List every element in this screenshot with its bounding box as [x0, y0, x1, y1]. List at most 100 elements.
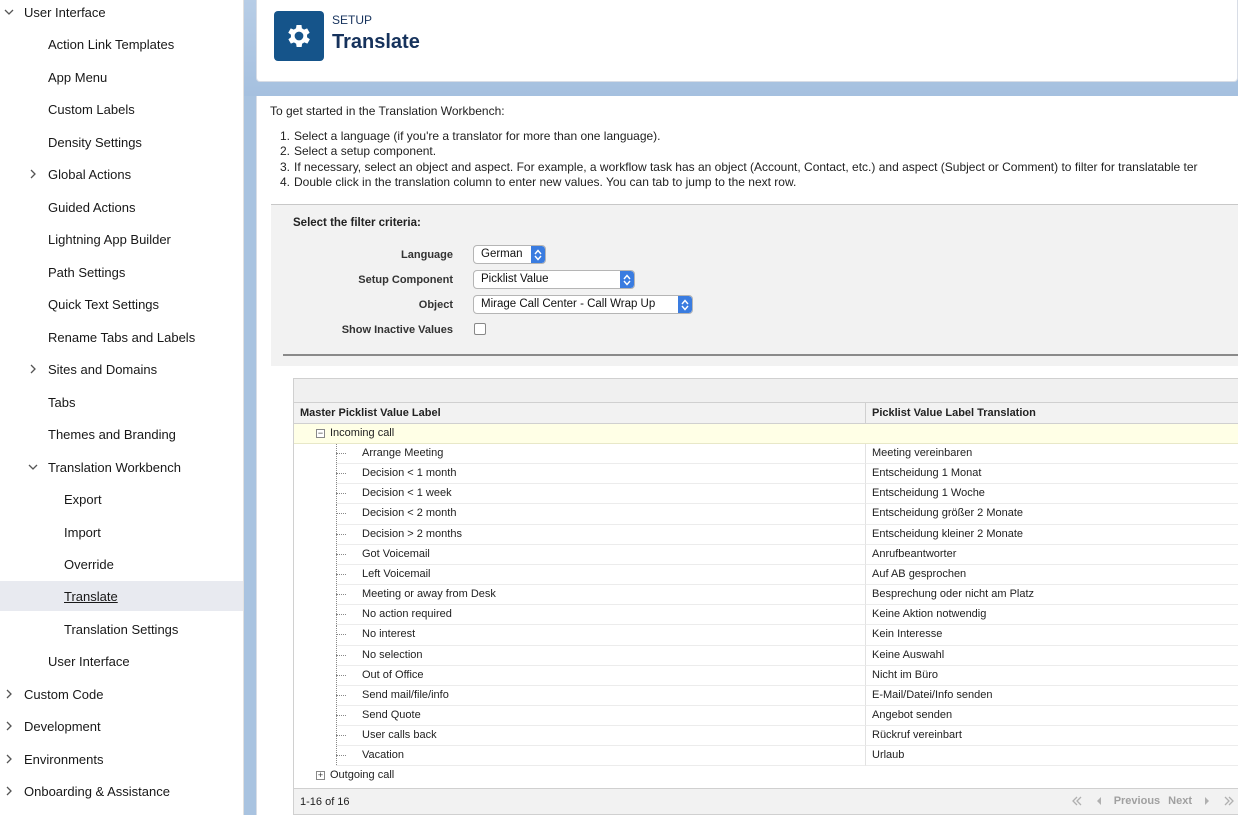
- table-row[interactable]: Out of Office Nicht im Büro: [294, 665, 1238, 686]
- translation-cell[interactable]: Entscheidung 1 Woche: [865, 484, 1238, 505]
- sidebar-item[interactable]: Translation Settings: [0, 614, 243, 644]
- first-page-icon[interactable]: [1071, 795, 1083, 807]
- table-row[interactable]: Decision < 2 month Entscheidung größer 2 …: [294, 504, 1238, 525]
- master-cell: Decision > 2 months: [336, 524, 865, 545]
- next-button[interactable]: Next: [1168, 795, 1192, 807]
- previous-page-icon[interactable]: [1093, 795, 1105, 807]
- translation-label: Auf AB gesprochen: [872, 567, 967, 580]
- table-toolbar: [294, 379, 1238, 403]
- translation-label: Entscheidung 1 Woche: [872, 487, 985, 500]
- sidebar-item[interactable]: Sites and Domains: [0, 354, 243, 384]
- sidebar-item[interactable]: Themes and Branding: [0, 419, 243, 449]
- table-row[interactable]: Got Voicemail Anrufbeantworter: [294, 544, 1238, 565]
- sidebar-item[interactable]: Translate: [0, 581, 243, 611]
- sidebar-item-label: Translation Workbench: [48, 459, 181, 475]
- chevron-right-icon[interactable]: [2, 784, 16, 798]
- table-row[interactable]: User calls back Rückruf vereinbart: [294, 726, 1238, 747]
- translation-cell[interactable]: Meeting vereinbaren: [865, 444, 1238, 465]
- sidebar-item[interactable]: Global Actions: [0, 159, 243, 189]
- sidebar-item-label: Environments: [24, 751, 104, 767]
- sidebar-item[interactable]: Export: [0, 484, 243, 514]
- sidebar-item[interactable]: Tabs: [0, 387, 243, 417]
- show-inactive-label: Show Inactive Values: [341, 324, 453, 336]
- translation-cell[interactable]: E-Mail/Datei/Info senden: [865, 685, 1238, 706]
- setup-component-select[interactable]: Picklist Value: [473, 270, 635, 289]
- master-cell: Left Voicemail: [336, 564, 865, 586]
- breadcrumb[interactable]: SETUP: [332, 13, 372, 27]
- table-row[interactable]: Vacation Urlaub: [294, 746, 1238, 767]
- table-row[interactable]: No action required Keine Aktion notwendig: [294, 605, 1238, 626]
- sidebar-item[interactable]: Translation Workbench: [0, 452, 243, 482]
- table-row[interactable]: Decision > 2 months Entscheidung kleiner …: [294, 524, 1238, 545]
- sidebar-item[interactable]: User Interface: [0, 0, 243, 27]
- sidebar-item[interactable]: Path Settings: [0, 257, 243, 287]
- translation-cell[interactable]: Rückruf vereinbart: [865, 726, 1238, 747]
- master-cell: Decision < 2 month: [336, 504, 865, 525]
- translation-cell[interactable]: Entscheidung 1 Monat: [865, 464, 1238, 485]
- group-label: Incoming call: [330, 427, 395, 439]
- show-inactive-checkbox[interactable]: [474, 323, 486, 335]
- translation-label: Entscheidung 1 Monat: [872, 467, 982, 480]
- column-header-translation[interactable]: Picklist Value Label Translation: [865, 403, 1036, 424]
- translation-cell[interactable]: Angebot senden: [865, 705, 1238, 727]
- sidebar-item[interactable]: Onboarding & Assistance: [0, 776, 243, 806]
- translation-cell[interactable]: Entscheidung größer 2 Monate: [865, 504, 1238, 525]
- translation-cell[interactable]: Keine Aktion notwendig: [865, 605, 1238, 626]
- translation-cell[interactable]: Kein Interesse: [865, 625, 1238, 646]
- object-select[interactable]: Mirage Call Center - Call Wrap Up: [473, 295, 693, 314]
- table-row[interactable]: Arrange Meeting Meeting vereinbaren: [294, 444, 1238, 465]
- sidebar-item[interactable]: Environments: [0, 744, 243, 774]
- translation-cell[interactable]: Nicht im Büro: [865, 665, 1238, 686]
- last-page-icon[interactable]: [1223, 795, 1235, 807]
- expand-icon[interactable]: +: [316, 771, 325, 780]
- sidebar-item[interactable]: Lightning App Builder: [0, 224, 243, 254]
- translation-label: Keine Auswahl: [872, 648, 945, 661]
- column-header-master[interactable]: Master Picklist Value Label: [294, 403, 441, 424]
- tree-connector: [336, 714, 346, 716]
- table-row[interactable]: Send mail/file/info E-Mail/Datei/Info sen…: [294, 685, 1238, 706]
- chevron-right-icon[interactable]: [2, 687, 16, 701]
- sidebar-item[interactable]: Import: [0, 517, 243, 547]
- table-row[interactable]: Decision < 1 week Entscheidung 1 Woche: [294, 484, 1238, 505]
- tree-connector: [336, 553, 346, 555]
- chevron-right-icon[interactable]: [26, 167, 40, 181]
- translation-cell[interactable]: Entscheidung kleiner 2 Monate: [865, 524, 1238, 545]
- table-row[interactable]: Left Voicemail Auf AB gesprochen: [294, 564, 1238, 586]
- sidebar-item[interactable]: Quick Text Settings: [0, 289, 243, 319]
- previous-button[interactable]: Previous: [1114, 795, 1160, 807]
- sidebar-item[interactable]: Override: [0, 549, 243, 579]
- sidebar-item[interactable]: Density Settings: [0, 127, 243, 157]
- sidebar-item[interactable]: Guided Actions: [0, 192, 243, 222]
- tree-connector: [336, 473, 346, 475]
- table-row[interactable]: Decision < 1 month Entscheidung 1 Monat: [294, 464, 1238, 485]
- table-row[interactable]: No selection Keine Auswahl: [294, 645, 1238, 666]
- group-row-outgoing[interactable]: + Outgoing call: [294, 766, 1238, 786]
- sidebar-item[interactable]: Custom Code: [0, 679, 243, 709]
- table-row[interactable]: Send Quote Angebot senden: [294, 705, 1238, 727]
- next-page-icon[interactable]: [1201, 795, 1213, 807]
- table-row[interactable]: No interest Kein Interesse: [294, 625, 1238, 646]
- language-select[interactable]: German: [473, 245, 546, 264]
- sidebar-item[interactable]: Custom Labels: [0, 94, 243, 124]
- chevron-down-icon[interactable]: [26, 460, 40, 474]
- collapse-icon[interactable]: −: [316, 429, 325, 438]
- table-row[interactable]: Meeting or away from Desk Besprechung ode…: [294, 585, 1238, 606]
- master-label: No action required: [362, 608, 452, 621]
- translation-cell[interactable]: Anrufbeantworter: [865, 544, 1238, 565]
- translation-cell[interactable]: Urlaub: [865, 746, 1238, 767]
- chevron-right-icon[interactable]: [2, 752, 16, 766]
- sidebar-item[interactable]: Rename Tabs and Labels: [0, 322, 243, 352]
- sidebar-item[interactable]: Development: [0, 711, 243, 741]
- translation-cell[interactable]: Keine Auswahl: [865, 645, 1238, 666]
- sidebar-item[interactable]: App Menu: [0, 62, 243, 92]
- sidebar-item[interactable]: Action Link Templates: [0, 29, 243, 59]
- chevron-right-icon[interactable]: [26, 362, 40, 376]
- translation-cell[interactable]: Besprechung oder nicht am Platz: [865, 585, 1238, 606]
- group-row-incoming[interactable]: − Incoming call: [294, 424, 1238, 444]
- sidebar-item-label: Import: [64, 524, 101, 540]
- chevron-right-icon[interactable]: [2, 719, 16, 733]
- chevron-down-icon[interactable]: [2, 5, 16, 19]
- sidebar-item[interactable]: User Interface: [0, 646, 243, 676]
- translation-cell[interactable]: Auf AB gesprochen: [865, 564, 1238, 586]
- instruction-step: 4. Double click in the translation column…: [280, 175, 1198, 190]
